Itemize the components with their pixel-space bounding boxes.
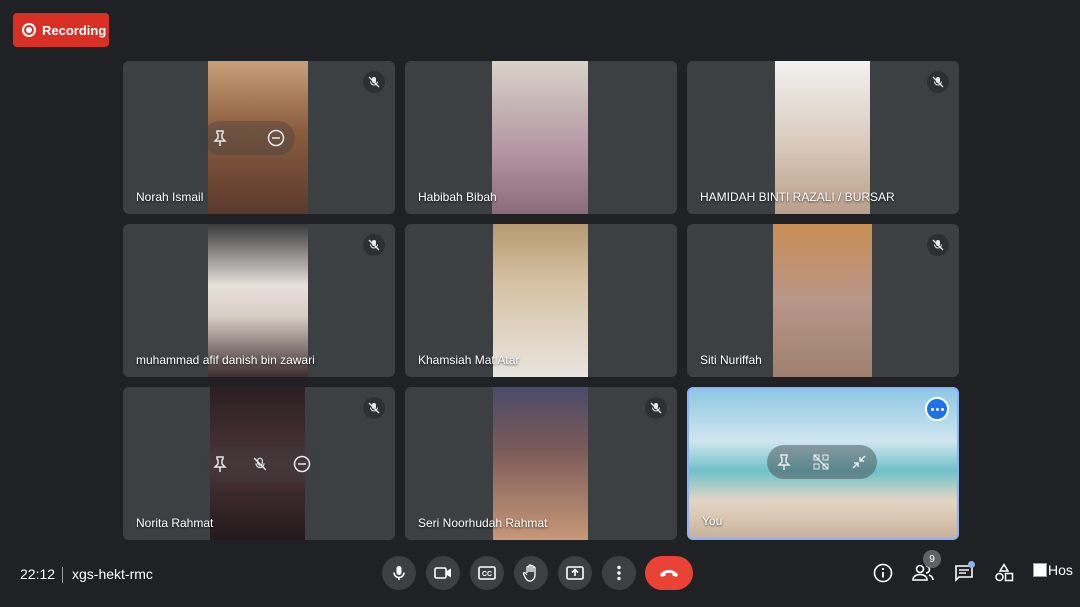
participant-count-badge: 9	[923, 550, 941, 568]
pin-icon[interactable]	[777, 454, 791, 470]
participant-name: Norita Rahmat	[136, 516, 214, 530]
meeting-code: xgs-hekt-rmc	[72, 566, 153, 582]
participant-name: Norah Ismail	[136, 190, 204, 204]
participant-tile[interactable]: muhammad afif danish bin zawari	[123, 224, 395, 377]
pin-icon[interactable]	[213, 130, 227, 146]
raise-hand-button[interactable]	[514, 556, 548, 590]
participant-tile[interactable]: Habibah Bibah	[405, 61, 677, 214]
background-effects-icon[interactable]	[813, 454, 829, 470]
camera-button[interactable]	[426, 556, 460, 590]
remove-icon[interactable]	[267, 129, 285, 147]
recording-label: Recording	[42, 22, 107, 38]
more-options-button[interactable]	[602, 556, 636, 590]
activities-button[interactable]	[991, 560, 1017, 586]
participant-tile[interactable]: Norah Ismail	[123, 61, 395, 214]
minimize-icon[interactable]	[851, 454, 867, 470]
participant-tile[interactable]: Seri Noorhudah Rahmat	[405, 387, 677, 540]
svg-text:CC: CC	[482, 571, 492, 578]
participant-tile[interactable]: Siti Nuriffah	[687, 224, 959, 377]
present-icon	[566, 566, 584, 580]
tile-hover-controls	[767, 445, 877, 479]
participant-name: Siti Nuriffah	[700, 353, 762, 367]
mic-off-icon	[645, 397, 667, 419]
host-controls-button[interactable]: Hos	[1033, 562, 1073, 578]
chat-notification-dot	[968, 561, 975, 568]
info-icon	[873, 563, 893, 583]
participant-video	[773, 224, 872, 377]
remove-icon[interactable]	[293, 455, 311, 473]
participant-name: You	[702, 514, 723, 528]
pin-icon[interactable]	[213, 456, 227, 472]
tile-hover-controls	[203, 447, 321, 481]
tile-hover-controls	[203, 121, 295, 155]
participant-video	[492, 61, 588, 214]
mic-off-icon	[363, 234, 385, 256]
meeting-details-button[interactable]	[870, 560, 896, 586]
participant-name: HAMIDAH BINTI RAZALI / BURSAR	[700, 190, 895, 204]
host-alt-text: Hos	[1048, 562, 1073, 578]
activities-icon	[995, 563, 1014, 582]
participant-name: Seri Noorhudah Rahmat	[418, 516, 548, 530]
camera-icon	[434, 567, 451, 579]
more-options-icon[interactable]	[925, 397, 949, 421]
mic-off-icon	[363, 397, 385, 419]
microphone-icon	[393, 566, 405, 580]
captions-icon: CC	[478, 566, 496, 580]
participant-name: Khamsiah Mat Atar	[418, 353, 520, 367]
divider	[62, 567, 63, 583]
present-button[interactable]	[558, 556, 592, 590]
participant-name: muhammad afif danish bin zawari	[136, 353, 315, 367]
self-tile[interactable]: You	[687, 387, 959, 540]
mic-off-icon	[363, 71, 385, 93]
hang-up-icon	[660, 570, 678, 577]
hand-icon	[523, 564, 536, 582]
participant-tile[interactable]: HAMIDAH BINTI RAZALI / BURSAR	[687, 61, 959, 214]
mic-off-icon	[927, 71, 949, 93]
microphone-button[interactable]	[382, 556, 416, 590]
mic-off-icon	[927, 234, 949, 256]
bottom-toolbar: 22:12 xgs-hekt-rmc CC	[0, 548, 1080, 607]
recording-badge[interactable]: Recording	[13, 13, 109, 47]
record-icon	[22, 23, 36, 37]
participant-name: Habibah Bibah	[418, 190, 497, 204]
clock: 22:12	[20, 566, 56, 582]
participant-tile[interactable]: Norita Rahmat	[123, 387, 395, 540]
captions-button[interactable]: CC	[470, 556, 504, 590]
leave-call-button[interactable]	[645, 556, 693, 590]
participant-tile[interactable]: Khamsiah Mat Atar	[405, 224, 677, 377]
more-vert-icon	[617, 565, 621, 581]
mute-participant-icon[interactable]	[253, 456, 267, 472]
broken-image-icon	[1033, 563, 1047, 577]
